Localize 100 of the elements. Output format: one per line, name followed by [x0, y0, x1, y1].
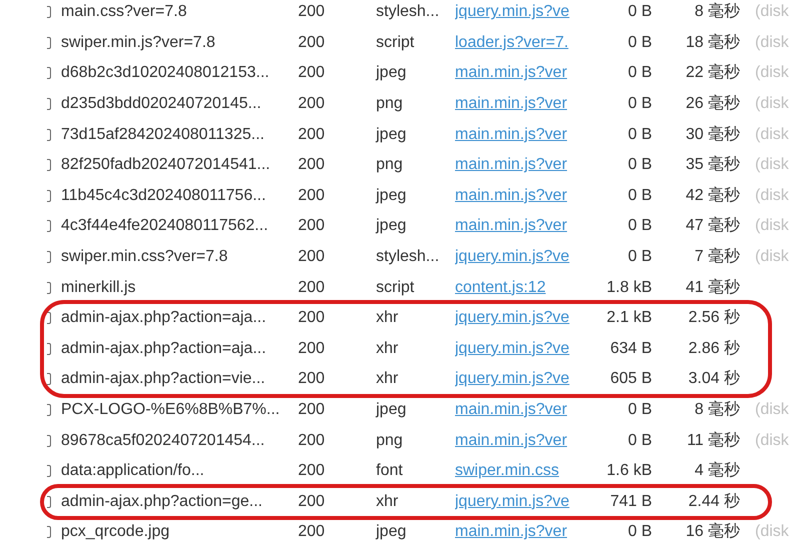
response-size: 605 B — [609, 369, 652, 390]
request-name[interactable]: admin-ajax.php?action=aja... — [61, 306, 298, 330]
status-code: 200 — [298, 94, 326, 114]
response-size: 741 B — [609, 492, 652, 512]
resource-type: jpeg — [376, 522, 408, 542]
file-icon — [47, 6, 51, 18]
cache-source: (disk — [755, 2, 789, 22]
status-code: 200 — [298, 247, 326, 268]
file-icon — [47, 342, 51, 355]
file-icon — [47, 220, 51, 232]
request-name[interactable]: admin-ajax.php?action=vie... — [61, 367, 298, 392]
resource-type: stylesh... — [376, 2, 440, 22]
resource-type: jpeg — [376, 216, 408, 236]
file-icon — [47, 251, 51, 264]
request-time: 11 毫秒 — [686, 430, 740, 451]
request-time: 8 毫秒 — [694, 2, 740, 22]
request-name[interactable]: minerkill.js — [61, 276, 298, 300]
request-time: 42 毫秒 — [684, 186, 740, 206]
request-time: 2.44 秒 — [687, 492, 740, 512]
request-time: 2.56 秒 — [687, 308, 740, 328]
cache-source: (disk — [755, 430, 789, 451]
request-time: 26 毫秒 — [684, 94, 740, 114]
request-name[interactable]: admin-ajax.php?action=aja... — [61, 336, 298, 361]
request-time: 30 毫秒 — [684, 124, 740, 145]
resource-type: png — [376, 155, 404, 176]
request-name[interactable]: 73d15af284202408011325... — [61, 122, 298, 147]
status-code: 200 — [298, 338, 326, 359]
status-code: 200 — [298, 32, 326, 53]
request-time: 18 毫秒 — [684, 32, 740, 53]
request-name[interactable]: admin-ajax.php?action=ge... — [61, 490, 298, 514]
request-time: 7 毫秒 — [694, 246, 740, 268]
request-time: 35 毫秒 — [684, 154, 740, 176]
cache-source: (disk — [755, 94, 789, 114]
request-time: 4 毫秒 — [694, 460, 740, 482]
request-name[interactable]: swiper.min.css?ver=7.8 — [61, 245, 298, 270]
resource-type: xhr — [376, 338, 400, 359]
status-code: 200 — [298, 278, 326, 298]
response-size: 0 B — [626, 186, 652, 206]
request-name[interactable]: PCX-LOGO-%E6%8B%B7%... — [61, 398, 298, 422]
request-time: 3.04 秒 — [687, 369, 740, 390]
status-code: 200 — [298, 400, 326, 420]
resource-type: png — [376, 430, 404, 451]
file-icon — [47, 465, 51, 478]
file-icon — [47, 67, 51, 80]
file-icon — [47, 128, 51, 141]
resource-type: jpeg — [376, 63, 408, 84]
resource-type: jpeg — [376, 124, 408, 145]
status-code: 200 — [298, 63, 326, 84]
cache-source: (disk — [755, 522, 789, 542]
resource-type: font — [376, 461, 404, 482]
status-code: 200 — [298, 430, 326, 451]
cache-source: (disk — [755, 186, 789, 206]
file-icon — [47, 496, 51, 508]
request-name[interactable]: 89678ca5f0202407201454... — [61, 428, 298, 453]
response-size: 0 B — [626, 32, 652, 53]
response-size: 0 B — [626, 155, 652, 176]
file-icon — [47, 190, 51, 202]
status-code: 200 — [298, 492, 326, 512]
status-code: 200 — [298, 155, 326, 176]
request-name[interactable]: d68b2c3d10202408012153... — [61, 61, 298, 86]
resource-type: jpeg — [376, 186, 408, 206]
status-code: 200 — [298, 186, 326, 206]
response-size: 0 B — [626, 400, 652, 420]
status-code: 200 — [298, 308, 326, 328]
file-icon — [47, 312, 51, 324]
request-name[interactable]: 82f250fadb2024072014541... — [61, 153, 298, 178]
file-icon — [47, 36, 51, 49]
response-size: 0 B — [626, 216, 652, 236]
file-icon — [47, 526, 51, 538]
request-time: 41 毫秒 — [684, 278, 740, 298]
request-name[interactable]: 11b45c4c3d202408011756... — [61, 184, 298, 208]
response-size: 0 B — [626, 94, 652, 114]
request-name[interactable]: main.css?ver=7.8 — [61, 0, 298, 24]
cache-source: (disk — [755, 216, 789, 236]
status-code: 200 — [298, 216, 326, 236]
resource-type: xhr — [376, 308, 400, 328]
response-size: 0 B — [626, 522, 652, 542]
response-size: 0 B — [626, 63, 652, 84]
file-icon — [47, 282, 51, 294]
response-size: 0 B — [626, 430, 652, 451]
request-time: 2.86 秒 — [687, 338, 740, 359]
status-code: 200 — [298, 522, 326, 542]
response-size: 634 B — [609, 338, 652, 359]
cache-source: (disk — [755, 247, 789, 268]
response-size: 0 B — [626, 247, 652, 268]
file-icon — [47, 159, 51, 172]
request-name[interactable]: swiper.min.js?ver=7.8 — [61, 30, 298, 55]
resource-type: xhr — [376, 369, 400, 390]
file-icon — [47, 98, 51, 110]
file-icon — [47, 434, 51, 447]
cache-source: (disk — [755, 124, 789, 145]
request-name[interactable]: d235d3bdd020240720145... — [61, 92, 298, 116]
request-name[interactable]: 4c3f44e4fe2024080117562... — [61, 214, 298, 238]
resource-type: xhr — [376, 492, 400, 512]
status-code: 200 — [298, 461, 326, 482]
resource-type: png — [376, 94, 404, 114]
resource-type: stylesh... — [376, 247, 440, 268]
response-size: 0 B — [626, 124, 652, 145]
request-name[interactable]: pcx_qrcode.jpg — [61, 520, 298, 544]
request-name[interactable]: data:application/fo... — [61, 459, 298, 484]
